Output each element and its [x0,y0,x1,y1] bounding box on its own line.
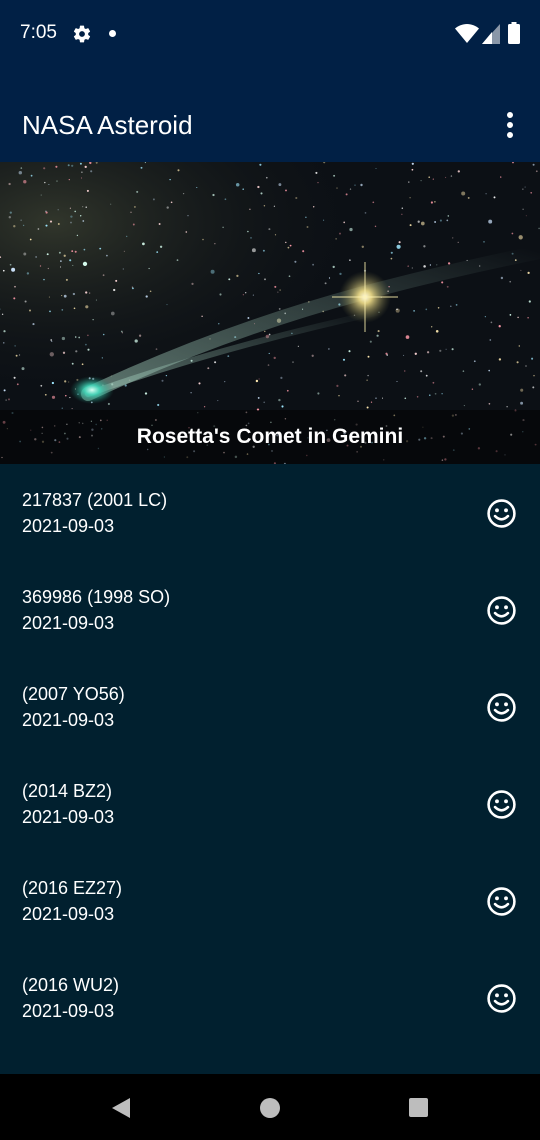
asteroid-name: (2016 WU2) [22,975,120,995]
asteroid-name: 217837 (2001 LC) [22,490,168,510]
battery-icon [508,22,520,44]
smiley-icon [487,790,516,819]
smiley-icon [487,984,516,1013]
asteroid-list-item[interactable]: (2016 WU2) 2021-09-03 [0,949,540,1046]
smiley-icon [487,596,516,625]
status-bar: 7:05 [0,0,540,68]
status-time: 7:05 [20,22,57,43]
asteroid-list[interactable]: 217837 (2001 LC) 2021-09-03 369986 (1998 S… [0,464,540,1046]
asteroid-date: 2021-09-03 [22,516,115,536]
asteroid-name: 369986 (1998 SO) [22,587,171,607]
wifi-icon [455,24,479,43]
asteroid-name: (2016 EZ27) [22,878,123,898]
picture-of-day[interactable]: Rosetta's Comet in Gemini [0,162,540,464]
asteroid-list-item[interactable]: (2014 BZ2) 2021-09-03 [0,755,540,852]
smiley-icon [487,693,516,722]
app-bar: NASA Asteroid [0,68,540,162]
home-icon[interactable] [260,1098,280,1118]
asteroid-date: 2021-09-03 [22,1001,115,1021]
asteroid-list-item[interactable]: (2016 EZ27) 2021-09-03 [0,852,540,949]
asteroid-name: (2007 YO56) [22,684,125,704]
asteroid-date: 2021-09-03 [22,710,115,730]
asteroid-date: 2021-09-03 [22,613,115,633]
asteroid-date: 2021-09-03 [22,807,115,827]
app-title: NASA Asteroid [22,110,193,140]
asteroid-date: 2021-09-03 [22,904,115,924]
asteroid-name: (2014 BZ2) [22,781,113,801]
smiley-icon [487,887,516,916]
signal-icon [482,24,500,44]
recents-icon[interactable] [409,1098,428,1117]
gear-icon [73,25,91,43]
back-icon[interactable] [110,1096,132,1120]
notification-dot-icon [109,30,116,37]
asteroid-list-item[interactable]: (2007 YO56) 2021-09-03 [0,658,540,755]
navigation-bar [0,1074,540,1140]
asteroid-list-item[interactable]: 217837 (2001 LC) 2021-09-03 [0,464,540,561]
picture-caption: Rosetta's Comet in Gemini [136,425,404,448]
smiley-icon [487,499,516,528]
more-vert-icon[interactable] [496,108,524,142]
asteroid-list-item[interactable]: 369986 (1998 SO) 2021-09-03 [0,561,540,658]
